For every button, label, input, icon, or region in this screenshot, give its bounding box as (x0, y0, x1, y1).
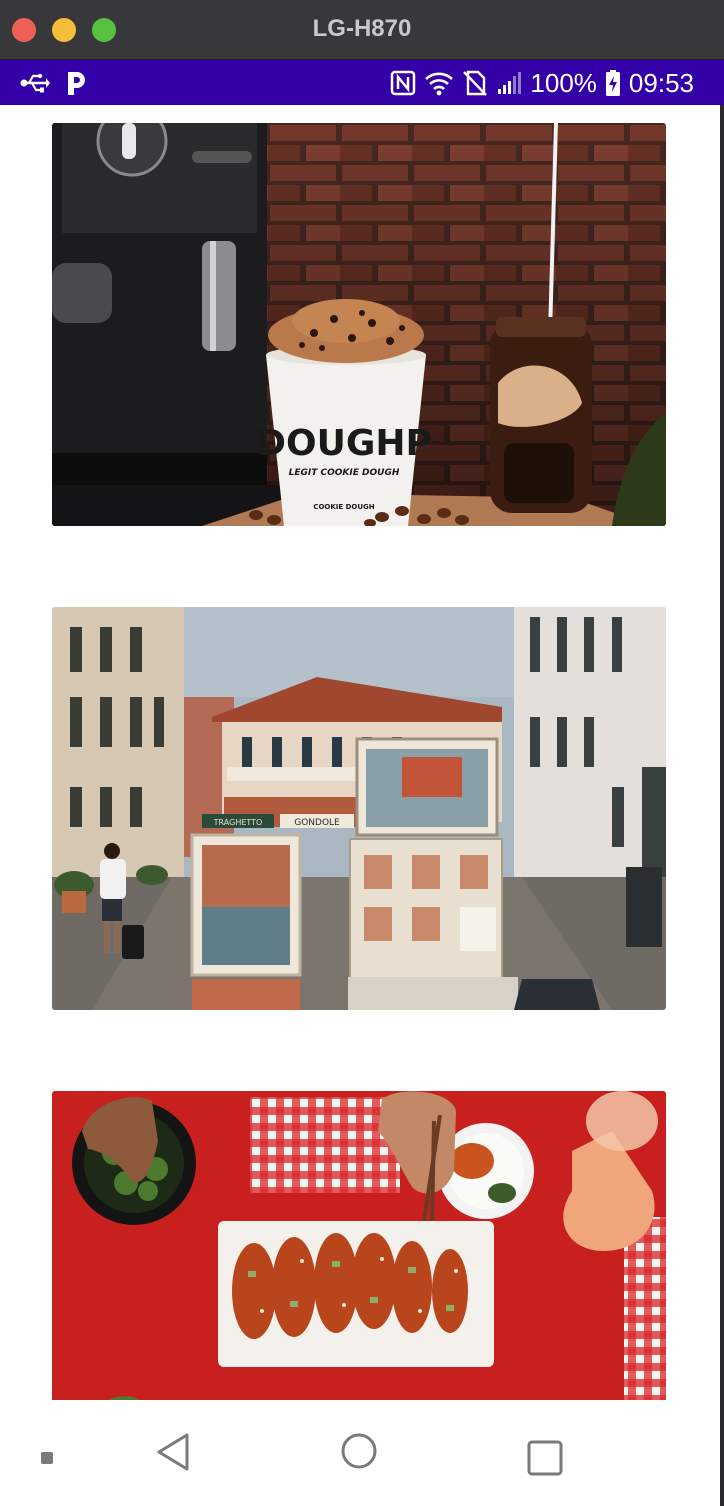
battery-percentage: 100% (530, 68, 597, 98)
cup-brand-text: DOUGHP (256, 423, 432, 464)
usb-icon (20, 72, 50, 94)
window-title: LG-H870 (312, 15, 412, 42)
android-navigation-bar (0, 1400, 720, 1506)
back-button[interactable] (155, 1432, 191, 1477)
home-button[interactable] (340, 1432, 378, 1475)
battery-charging-icon (605, 69, 621, 97)
android-status-bar: 100% 09:53 (0, 60, 724, 105)
recents-button[interactable] (527, 1440, 563, 1481)
window-titlebar: LG-H870 (0, 0, 724, 60)
menu-dot-button[interactable] (40, 1451, 54, 1470)
venice-street-art-photo[interactable]: TRAGHETTO GONDOLE (52, 607, 666, 1010)
signal-icon (496, 70, 522, 96)
app-screen: DOUGHP LEGIT COOKIE DOUGH COOKIE DOUGH T… (0, 105, 724, 1506)
wifi-icon (424, 70, 454, 96)
cup-tagline-text: LEGIT COOKIE DOUGH (289, 468, 400, 478)
window-right-edge (720, 105, 724, 1506)
parking-app-icon (64, 69, 88, 97)
cookie-dough-cup-photo[interactable]: DOUGHP LEGIT COOKIE DOUGH COOKIE DOUGH (52, 123, 666, 526)
gondole-sign: GONDOLE (294, 818, 340, 828)
no-sim-icon (462, 69, 488, 97)
traghetto-sign: TRAGHETTO (213, 818, 263, 827)
status-time: 09:53 (628, 68, 694, 98)
nfc-icon (390, 70, 416, 96)
cup-label-text: COOKIE DOUGH (313, 503, 374, 511)
